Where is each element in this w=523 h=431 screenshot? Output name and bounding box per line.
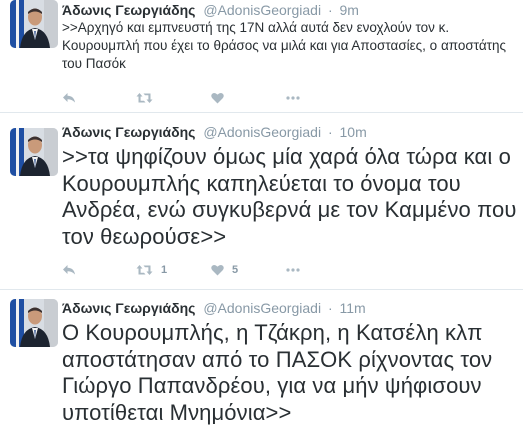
like-button[interactable] <box>211 92 286 104</box>
retweet-icon <box>136 92 153 104</box>
retweet-button[interactable] <box>136 92 211 104</box>
heart-icon <box>211 92 224 104</box>
timestamp[interactable]: 10m <box>340 124 367 140</box>
fullname[interactable]: Άδωνις Γεωργιάδης <box>62 300 195 316</box>
reply-button[interactable] <box>62 92 136 104</box>
tweet-text: >>Αρχηγό και εμπνευστή της 17Ν αλλά αυτά… <box>62 20 507 71</box>
tweet-2[interactable]: Άδωνις Γεωργιάδης @AdonisGeorgiadi · 10m… <box>0 113 523 290</box>
reply-button[interactable] <box>62 264 136 276</box>
avatar[interactable] <box>10 128 58 176</box>
heart-icon <box>211 264 224 276</box>
tweet-actions: 1 5 <box>62 262 300 278</box>
fullname[interactable]: Άδωνις Γεωργιάδης <box>62 2 195 18</box>
retweet-count: 1 <box>161 264 168 276</box>
screenname[interactable]: @AdonisGeorgiadi <box>203 300 321 316</box>
separator-dot: · <box>327 2 333 18</box>
avatar[interactable] <box>10 299 58 347</box>
retweet-button[interactable]: 1 <box>136 264 211 276</box>
tweet-text: Ο Κουρουμπλής, η Τζάκρη, η Κατσέλη κλπ α… <box>62 320 493 425</box>
tweet-3[interactable]: Άδωνις Γεωργιάδης @AdonisGeorgiadi · 11m… <box>0 290 523 431</box>
more-button[interactable] <box>286 96 300 100</box>
screenname[interactable]: @AdonisGeorgiadi <box>203 124 321 140</box>
tweet-1[interactable]: Άδωνις Γεωργιάδης @AdonisGeorgiadi · 9m … <box>0 0 523 113</box>
reply-icon <box>62 264 76 276</box>
more-dots-icon <box>286 96 300 100</box>
reply-icon <box>62 92 76 104</box>
separator-dot: · <box>327 300 333 316</box>
retweet-icon <box>136 264 153 276</box>
timestamp[interactable]: 9m <box>340 2 359 18</box>
like-count: 5 <box>232 264 239 276</box>
screenname[interactable]: @AdonisGeorgiadi <box>203 2 321 18</box>
more-dots-icon <box>286 268 300 272</box>
tweet-actions <box>62 90 300 106</box>
tweet-header: Άδωνις Γεωργιάδης @AdonisGeorgiadi · 10m <box>62 123 367 141</box>
tweet-header: Άδωνις Γεωργιάδης @AdonisGeorgiadi · 11m <box>62 299 366 317</box>
fullname[interactable]: Άδωνις Γεωργιάδης <box>62 124 195 140</box>
tweet-header: Άδωνις Γεωργιάδης @AdonisGeorgiadi · 9m <box>62 1 359 19</box>
tweet-text: >>τα ψηφίζουν όμως μία χαρά όλα τώρα και… <box>62 144 517 249</box>
timestamp[interactable]: 11m <box>340 300 366 316</box>
more-button[interactable] <box>286 268 300 272</box>
avatar[interactable] <box>10 0 58 48</box>
like-button[interactable]: 5 <box>211 264 286 276</box>
separator-dot: · <box>327 124 333 140</box>
